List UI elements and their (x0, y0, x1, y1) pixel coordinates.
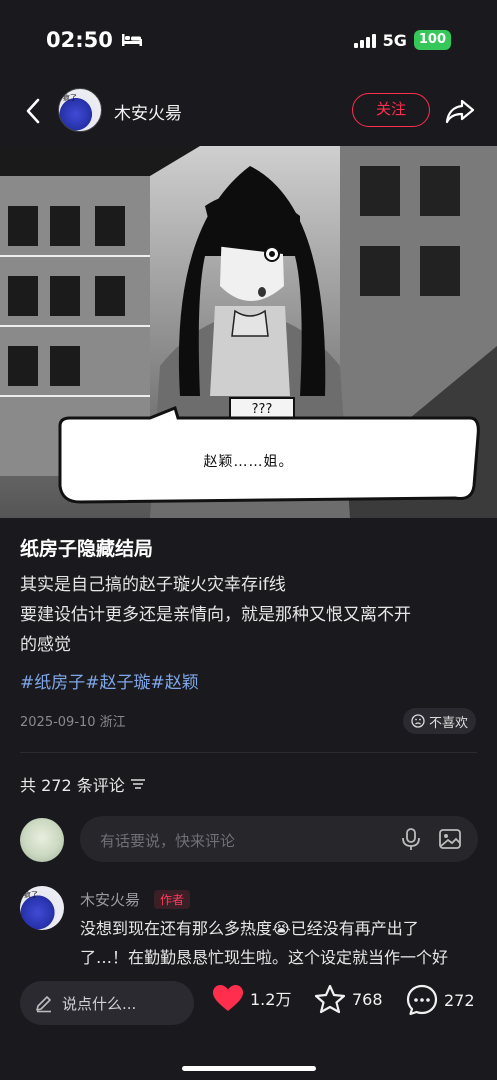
comment-text-part: 了…！在勤勤恳恳忙现生啦。这个设定就当作一个好 (80, 948, 449, 967)
top-nav: 疯了 木安火昜 关注 (0, 88, 497, 134)
post-date: 2025-09-10 浙江 (20, 715, 126, 730)
dislike-button[interactable]: 不喜欢 (403, 708, 477, 734)
comment-text-part: 已经没有再产出了 (290, 919, 419, 938)
signal-icon (353, 33, 376, 48)
dislike-label: 不喜欢 (429, 715, 469, 731)
tag-link[interactable]: #纸房子 (20, 668, 85, 693)
home-indicator (182, 1066, 316, 1071)
post-body-line: 其实是自己搞的赵子璇火灾幸存if线 (20, 575, 286, 595)
commenter-name[interactable]: 木安火昜 (80, 889, 140, 910)
tag-link[interactable]: #赵颖 (151, 668, 199, 693)
comment-bubble-icon (406, 984, 438, 1016)
name-tag-text: ??? (251, 402, 273, 417)
comment-count[interactable]: 共 272 条评论 (20, 772, 145, 796)
bed-icon (121, 34, 142, 46)
author-badge: 作者 (154, 890, 191, 909)
divider (20, 752, 477, 753)
comment-button[interactable]: 272 (406, 984, 475, 1016)
status-time: 02:50 (46, 28, 143, 52)
tag-list: #纸房子 #赵子璇 #赵颖 (20, 668, 199, 693)
status-bar: 02:50 5G 100 (0, 0, 497, 80)
tag-link[interactable]: #赵子璇 (85, 668, 150, 693)
bottom-bar: 说点什么... 1.2万 768 272 (0, 970, 497, 1080)
share-icon (445, 99, 475, 124)
comment-input-placeholder: 有话要说，快来评论 (100, 832, 236, 850)
back-button[interactable] (20, 96, 46, 126)
like-button[interactable]: 1.2万 (212, 984, 291, 1012)
frown-icon (411, 714, 425, 728)
network-label: 5G (382, 30, 407, 50)
like-count: 1.2万 (250, 990, 292, 1009)
share-button[interactable] (444, 96, 476, 126)
pen-icon (36, 996, 51, 1013)
star-count: 768 (352, 989, 383, 1009)
comment-text: 没想到现在还有那么多热度😭已经没有再产出了 了…！在勤勤恳恳忙现生啦。这个设定就… (80, 914, 485, 976)
emoji-icon: 😭 (272, 919, 291, 938)
star-icon (314, 984, 346, 1014)
chevron-left-icon (26, 98, 40, 124)
comment-count-label: 共 272 条评论 (20, 776, 125, 795)
heart-icon (213, 985, 243, 1011)
comment-input[interactable]: 有话要说，快来评论 (80, 816, 478, 862)
say-something-input[interactable]: 说点什么... (20, 981, 194, 1025)
speech-bubble-text: 赵颖……姐。 (203, 454, 294, 470)
post-body: 其实是自己搞的赵子璇火灾幸存if线 要建设估计更多还是亲情向，就是那种又恨又离不… (20, 570, 490, 660)
clock-text: 02:50 (46, 28, 113, 52)
my-avatar (20, 818, 64, 862)
star-button[interactable]: 768 (314, 984, 383, 1014)
author-avatar[interactable]: 疯了 (58, 88, 102, 132)
follow-button[interactable]: 关注 (352, 93, 430, 127)
post-body-line: 的感觉 (20, 635, 71, 655)
post-title: 纸房子隐藏结局 (20, 538, 154, 560)
battery-icon: 100 (413, 30, 451, 50)
post-body-line: 要建设估计更多还是亲情向，就是那种又恨又离不开 (20, 605, 411, 625)
mic-icon[interactable] (400, 827, 422, 851)
say-something-label: 说点什么... (62, 995, 137, 1013)
sort-icon (130, 779, 145, 789)
image-icon[interactable] (438, 827, 462, 851)
status-right: 5G 100 (353, 30, 451, 50)
author-name[interactable]: 木安火昜 (114, 99, 182, 124)
post-image[interactable]: ??? 赵颖……姐。 (0, 146, 497, 518)
comment-count-stat: 272 (444, 990, 475, 1010)
commenter-avatar[interactable]: 疯了 (20, 886, 64, 930)
comment-text-part: 没想到现在还有那么多热度 (80, 919, 273, 938)
